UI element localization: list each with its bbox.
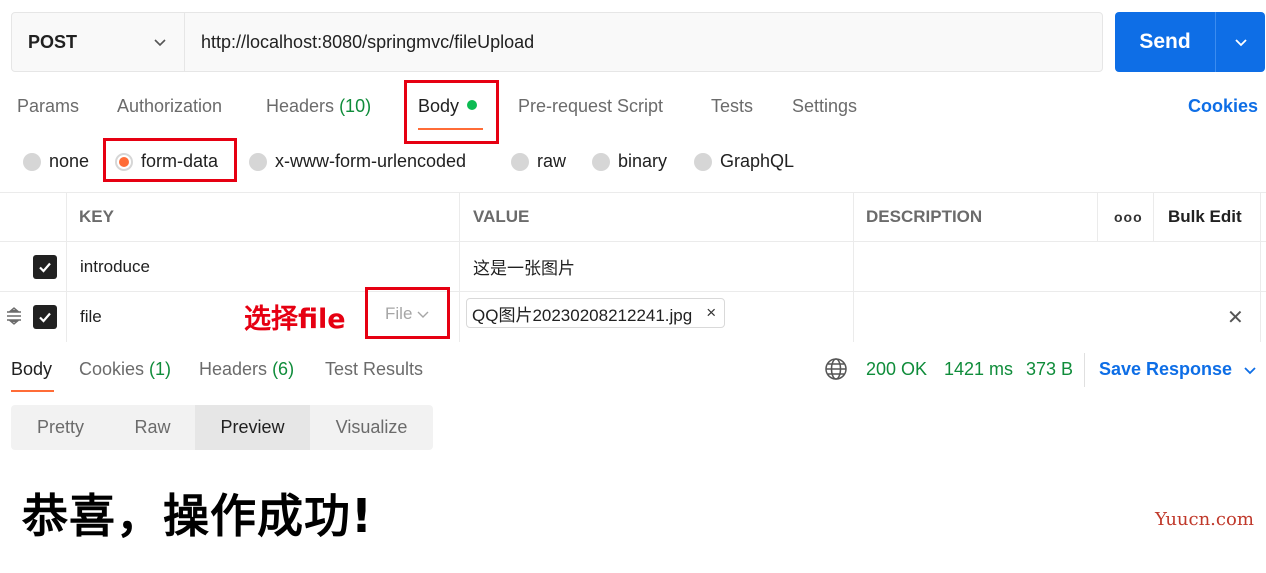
send-label: Send	[1115, 12, 1216, 72]
response-headers-count: (6)	[272, 359, 295, 379]
chevron-down-icon	[154, 39, 166, 47]
send-button[interactable]: Send	[1115, 12, 1265, 72]
response-tab-headers[interactable]: Headers (6)	[199, 359, 294, 380]
tab-tests[interactable]: Tests	[711, 96, 753, 117]
radio-none-label: none	[49, 151, 90, 171]
radio-graphql-label: GraphQL	[720, 151, 795, 171]
radio-urlencoded-label: x-www-form-urlencoded	[275, 151, 467, 171]
annotation-box-file-type	[365, 287, 450, 339]
check-icon	[39, 262, 51, 273]
watermark: Yuucn.com	[1155, 509, 1254, 530]
tab-prerequest-script[interactable]: Pre-request Script	[518, 96, 663, 117]
selected-file-chip: QQ图片20230208212241.jpg ×	[466, 298, 726, 328]
check-icon	[39, 312, 51, 323]
radio-raw[interactable]: raw	[511, 151, 566, 172]
key-input[interactable]: introduce	[80, 242, 150, 291]
radio-circle	[694, 152, 712, 171]
radio-circle	[23, 152, 41, 171]
response-tab-test-results[interactable]: Test Results	[325, 359, 423, 380]
response-bar: Body Cookies (1) Headers (6) Test Result…	[0, 343, 1266, 393]
tab-settings[interactable]: Settings	[792, 96, 857, 117]
response-time[interactable]: 1421 ms	[944, 359, 1013, 380]
tab-authorization[interactable]: Authorization	[117, 96, 222, 117]
radio-circle	[511, 152, 529, 171]
drag-handle-icon[interactable]	[5, 307, 23, 325]
response-size[interactable]: 373 B	[1026, 359, 1073, 380]
headers-count: (10)	[339, 96, 372, 116]
divider	[1084, 353, 1085, 387]
response-view-switcher: Pretty Raw Preview Visualize	[11, 405, 433, 450]
cookies-link[interactable]: Cookies	[1188, 96, 1258, 117]
radio-none[interactable]: none	[23, 151, 89, 172]
method-label: POST	[28, 31, 78, 52]
radio-raw-label: raw	[537, 151, 567, 171]
annotation-box-body	[404, 80, 499, 144]
radio-circle	[592, 152, 610, 171]
send-options-button[interactable]	[1216, 12, 1265, 72]
column-header-value: VALUE	[473, 207, 530, 226]
view-preview[interactable]: Preview	[195, 405, 310, 450]
response-tab-headers-label: Headers	[199, 359, 268, 379]
annotation-text: 选择file	[244, 304, 346, 335]
annotation-box-form-data	[103, 138, 237, 182]
response-cookies-count: (1)	[149, 359, 172, 379]
table-row: file File QQ图片20230208212241.jpg × ✕	[0, 292, 1266, 342]
response-preview-text: 恭喜，操作成功!	[22, 489, 373, 543]
url-input[interactable]: http://localhost:8080/springmvc/fileUplo…	[185, 13, 1102, 71]
method-select[interactable]: POST	[12, 13, 185, 71]
radio-urlencoded[interactable]: x-www-form-urlencoded	[249, 151, 466, 172]
radio-circle	[249, 152, 267, 171]
tab-headers[interactable]: Headers (10)	[266, 96, 371, 117]
chevron-down-icon	[1234, 39, 1247, 47]
view-pretty[interactable]: Pretty	[11, 405, 110, 450]
row-checkbox[interactable]	[33, 242, 57, 291]
bulk-edit-button[interactable]: Bulk Edit	[1168, 193, 1242, 241]
remove-file-icon[interactable]: ×	[706, 303, 716, 323]
radio-binary-label: binary	[618, 151, 668, 171]
selected-file-name: QQ图片20230208212241.jpg	[472, 305, 693, 325]
response-tab-cookies[interactable]: Cookies (1)	[79, 359, 171, 380]
table-row: introduce 这是一张图片	[0, 242, 1266, 292]
tab-params[interactable]: Params	[17, 96, 79, 117]
chevron-down-icon	[1244, 366, 1256, 374]
more-options-button[interactable]: ooo	[1114, 193, 1143, 241]
view-visualize[interactable]: Visualize	[310, 405, 433, 450]
response-tab-body[interactable]: Body	[11, 359, 52, 380]
save-response-button[interactable]: Save Response	[1099, 359, 1258, 380]
radio-graphql[interactable]: GraphQL	[694, 151, 794, 172]
row-checkbox[interactable]	[33, 292, 57, 342]
table-header-row: KEY VALUE DESCRIPTION ooo Bulk Edit	[0, 192, 1266, 242]
tab-headers-label: Headers	[266, 96, 335, 116]
request-tabs: Params Authorization Headers (10) Body P…	[0, 84, 1266, 132]
save-response-label: Save Response	[1099, 359, 1233, 379]
request-bar: POST http://localhost:8080/springmvc/fil…	[11, 12, 1103, 72]
response-active-underline	[11, 390, 54, 392]
value-input[interactable]: 这是一张图片	[473, 242, 575, 291]
radio-binary[interactable]: binary	[592, 151, 667, 172]
column-header-description: DESCRIPTION	[866, 207, 983, 226]
globe-icon[interactable]	[824, 357, 848, 381]
status-code[interactable]: 200 OK	[866, 359, 927, 380]
delete-row-icon[interactable]: ✕	[1227, 292, 1244, 342]
response-tab-cookies-label: Cookies	[79, 359, 145, 379]
view-raw[interactable]: Raw	[110, 405, 195, 450]
column-header-key: KEY	[79, 207, 114, 226]
key-input[interactable]: file	[80, 292, 102, 342]
